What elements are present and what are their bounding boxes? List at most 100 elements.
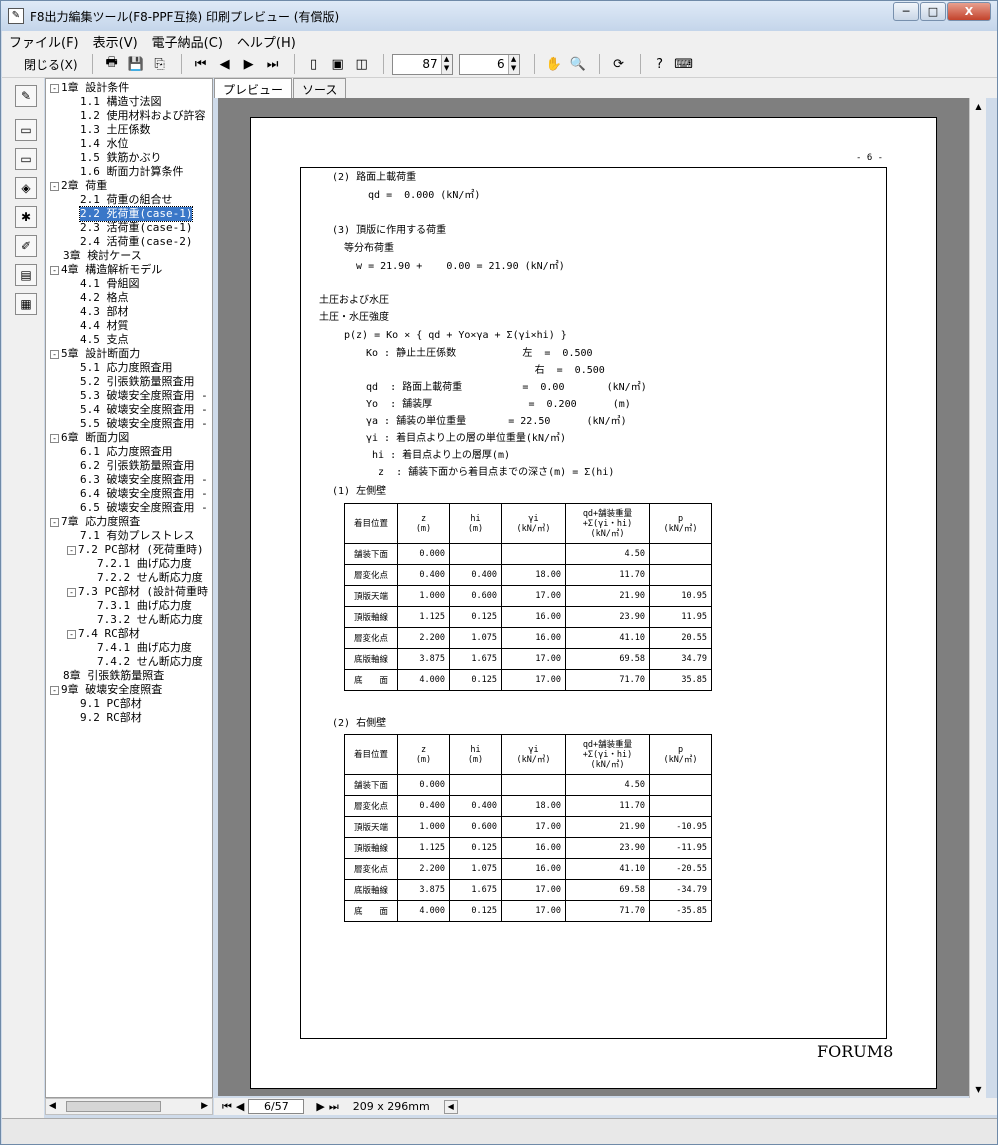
tree-item[interactable]: 6.4 破壊安全度照査用 - bbox=[80, 487, 208, 501]
first-page-small-icon[interactable]: ⏮ bbox=[222, 1100, 232, 1114]
scroll-thumb[interactable] bbox=[66, 1101, 161, 1112]
tree-item[interactable]: 2.1 荷重の組合せ bbox=[80, 193, 173, 207]
collapse-icon[interactable]: - bbox=[67, 545, 76, 555]
spin-arrows-icon[interactable]: ▲ ▼ bbox=[440, 54, 452, 74]
tree-item[interactable]: -2章 荷重 bbox=[50, 179, 107, 193]
prev-page-icon[interactable]: ◀ bbox=[214, 53, 236, 75]
menu-file[interactable]: ファイル(F) bbox=[2, 32, 86, 51]
close-preview-button[interactable]: 閉じる(X) bbox=[20, 53, 82, 75]
tree-item[interactable]: 7.3.1 曲げ応力度 bbox=[97, 599, 192, 613]
refresh-icon[interactable]: ⟳ bbox=[608, 53, 630, 75]
tree-item[interactable]: 2.3 活荷重(case-1) bbox=[80, 221, 192, 235]
tree-item[interactable]: -1章 設計条件 bbox=[50, 81, 129, 95]
pen-icon[interactable]: ✎ bbox=[15, 85, 37, 107]
tree-item[interactable]: 5.3 破壊安全度照査用 - bbox=[80, 389, 208, 403]
tree-item[interactable]: -5章 設計断面力 bbox=[50, 347, 140, 361]
tree-item[interactable]: 7.1 有効プレストレス bbox=[80, 529, 195, 543]
tree-item[interactable]: 7.4.1 曲げ応力度 bbox=[97, 641, 192, 655]
minimize-button[interactable]: ─ bbox=[893, 2, 919, 21]
tree-item[interactable]: 3章 検討ケース bbox=[63, 249, 142, 263]
tree-item[interactable]: -7.2 PC部材 (死荷重時) bbox=[67, 543, 204, 557]
scroll-down-icon[interactable]: ▼ bbox=[970, 1081, 987, 1098]
tab-preview[interactable]: プレビュー bbox=[214, 78, 293, 98]
tree-item[interactable]: 6.3 破壊安全度照査用 - bbox=[80, 473, 208, 487]
fit-page-icon[interactable]: ▣ bbox=[327, 53, 349, 75]
collapse-icon[interactable]: - bbox=[50, 181, 59, 191]
tree-item[interactable]: 8章 引張鉄筋量照査 bbox=[63, 669, 164, 683]
tree-item[interactable]: 9.2 RC部材 bbox=[80, 711, 142, 725]
tool-e-icon[interactable]: ✐ bbox=[15, 235, 37, 257]
collapse-icon[interactable]: - bbox=[50, 517, 59, 527]
magnifier-icon[interactable]: 🔍 bbox=[567, 53, 589, 75]
tool-c-icon[interactable]: ◈ bbox=[15, 177, 37, 199]
tree-item[interactable]: 4.1 骨組図 bbox=[80, 277, 140, 291]
tree-item[interactable]: 4.2 格点 bbox=[80, 291, 129, 305]
preview-vertical-scrollbar[interactable]: ▲ ▼ bbox=[969, 98, 986, 1098]
tree-item[interactable]: 7.2.1 曲げ応力度 bbox=[97, 557, 192, 571]
last-page-icon[interactable]: ⏭ bbox=[262, 53, 284, 75]
collapse-icon[interactable]: - bbox=[67, 629, 76, 639]
tree-view-icon[interactable]: ▤ bbox=[15, 264, 37, 286]
zoom-spinner[interactable]: 87 ▲ ▼ bbox=[391, 53, 453, 75]
save-icon[interactable]: 💾 bbox=[125, 53, 147, 75]
tree-item[interactable]: 2.2 死荷重(case-1) bbox=[78, 206, 194, 222]
tree-item[interactable]: 5.2 引張鉄筋量照査用 bbox=[80, 375, 195, 389]
tool-b-icon[interactable]: ▭ bbox=[15, 148, 37, 170]
tree-item[interactable]: -4章 構造解析モデル bbox=[50, 263, 162, 277]
page-indicator[interactable]: 6/57 bbox=[248, 1099, 305, 1114]
tree-item[interactable]: 1.3 土圧係数 bbox=[80, 123, 151, 137]
tree-item[interactable]: 4.5 支点 bbox=[80, 333, 129, 347]
scroll-up-icon[interactable]: ▲ bbox=[970, 98, 987, 115]
next-page-icon[interactable]: ▶ bbox=[238, 53, 260, 75]
help-icon[interactable]: ? bbox=[649, 53, 671, 75]
menu-help[interactable]: ヘルプ(H) bbox=[230, 32, 303, 51]
hscroll-left-icon[interactable]: ◀ bbox=[443, 1099, 458, 1114]
tree-item[interactable]: -7.3 PC部材 (設計荷重時 bbox=[67, 585, 208, 599]
tree-item[interactable]: 7.3.2 せん断応力度 bbox=[97, 613, 203, 627]
first-page-icon[interactable]: ⏮ bbox=[190, 53, 212, 75]
menu-electronic-delivery[interactable]: 電子納品(C) bbox=[145, 32, 230, 51]
tool-a-icon[interactable]: ▭ bbox=[15, 119, 37, 141]
tree-item[interactable]: 1.2 使用材料および許容 bbox=[80, 109, 206, 123]
tree-item[interactable]: 1.6 断面力計算条件 bbox=[80, 165, 184, 179]
tree-list-icon[interactable]: ▦ bbox=[15, 293, 37, 315]
single-page-icon[interactable]: ▯ bbox=[303, 53, 325, 75]
tree-item[interactable]: 6.2 引張鉄筋量照査用 bbox=[80, 459, 195, 473]
collapse-icon[interactable]: - bbox=[50, 265, 59, 275]
tree-item[interactable]: 9.1 PC部材 bbox=[80, 697, 142, 711]
tree-item[interactable]: 4.4 材質 bbox=[80, 319, 129, 333]
tree-item[interactable]: 6.1 応力度照査用 bbox=[80, 445, 173, 459]
menu-view[interactable]: 表示(V) bbox=[86, 32, 145, 51]
collapse-icon[interactable]: - bbox=[50, 685, 59, 695]
last-page-small-icon[interactable]: ⏭ bbox=[329, 1100, 339, 1114]
tab-source[interactable]: ソース bbox=[293, 78, 347, 98]
collapse-icon[interactable]: - bbox=[50, 83, 59, 93]
next-page-small-icon[interactable]: ▶ bbox=[316, 1100, 324, 1113]
copy-icon[interactable]: ⎘ bbox=[149, 53, 171, 75]
prev-page-small-icon[interactable]: ◀ bbox=[236, 1100, 244, 1113]
tool-d-icon[interactable]: ✱ bbox=[15, 206, 37, 228]
tree-horizontal-scrollbar[interactable]: ◀ ▶ bbox=[45, 1098, 213, 1115]
maximize-button[interactable]: □ bbox=[920, 2, 946, 21]
keyboard-icon[interactable]: ⌨ bbox=[673, 53, 695, 75]
tree-item[interactable]: -6章 断面力図 bbox=[50, 431, 129, 445]
fit-width-icon[interactable]: ◫ bbox=[351, 53, 373, 75]
tree-item[interactable]: 5.1 応力度照査用 bbox=[80, 361, 173, 375]
tree-item[interactable]: 6.5 破壊安全度照査用 - bbox=[80, 501, 208, 515]
tree-item[interactable]: 7.4.2 せん断応力度 bbox=[97, 655, 203, 669]
scroll-left-icon[interactable]: ◀ bbox=[49, 1101, 56, 1111]
print-icon[interactable]: 🖶 bbox=[101, 53, 123, 75]
tree-item[interactable]: 1.5 鉄筋かぶり bbox=[80, 151, 162, 165]
tree-item[interactable]: 4.3 部材 bbox=[80, 305, 129, 319]
page-count-spinner[interactable]: 6 ▲ ▼ bbox=[458, 53, 520, 75]
spin-arrows-icon[interactable]: ▲ ▼ bbox=[507, 54, 519, 74]
hand-icon[interactable]: ✋ bbox=[543, 53, 565, 75]
tree-item[interactable]: 5.4 破壊安全度照査用 - bbox=[80, 403, 208, 417]
collapse-icon[interactable]: - bbox=[50, 349, 59, 359]
collapse-icon[interactable]: - bbox=[50, 433, 59, 443]
tree-item[interactable]: -7章 応力度照査 bbox=[50, 515, 140, 529]
tree-item[interactable]: 5.5 破壊安全度照査用 - bbox=[80, 417, 208, 431]
tree-item[interactable]: 7.2.2 せん断応力度 bbox=[97, 571, 203, 585]
tree-item[interactable]: 1.4 水位 bbox=[80, 137, 129, 151]
tree-item[interactable]: 2.4 活荷重(case-2) bbox=[80, 235, 192, 249]
